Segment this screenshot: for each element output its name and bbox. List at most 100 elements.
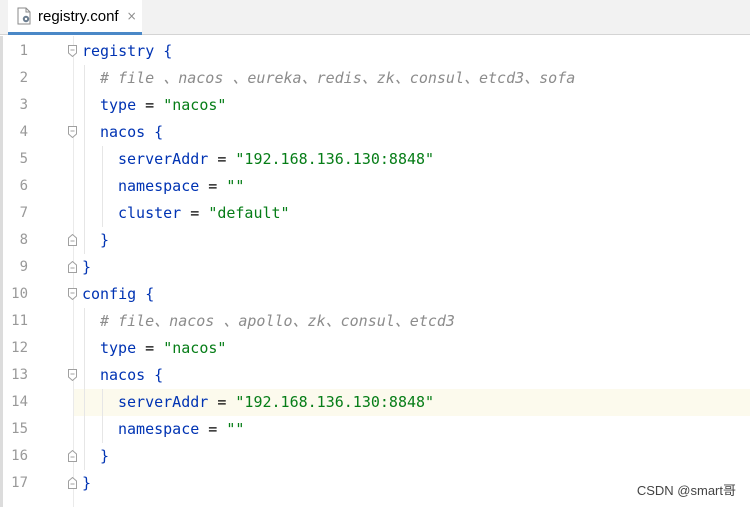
indent-guide	[84, 173, 85, 200]
indent-guide	[102, 173, 103, 200]
code-area[interactable]: nacos {	[74, 119, 750, 146]
code-line[interactable]: 5 serverAddr = "192.168.136.130:8848"	[0, 146, 750, 173]
code-line[interactable]: 6 namespace = ""	[0, 173, 750, 200]
code-area[interactable]: }	[74, 227, 750, 254]
code-text: nacos {	[100, 362, 163, 389]
code-area[interactable]: }	[74, 254, 750, 281]
watermark: CSDN @smart哥	[636, 483, 736, 498]
operator-token: =	[208, 150, 236, 168]
line-number[interactable]: 17	[0, 470, 28, 497]
line-number[interactable]: 10	[0, 281, 28, 308]
fold-open-icon[interactable]	[68, 369, 77, 381]
code-editor[interactable]: 1 registry { 2 # file 、nacos 、eureka、redis、…	[0, 36, 750, 507]
keyword-token: config {	[82, 285, 155, 303]
line-number[interactable]: 9	[0, 254, 28, 281]
indent-guide	[84, 389, 85, 416]
code-line[interactable]: 15 namespace = ""	[0, 416, 750, 443]
code-area[interactable]: registry {	[74, 38, 750, 65]
fold-open-icon[interactable]	[68, 45, 77, 57]
string-token: "nacos"	[163, 339, 227, 357]
tab-registry-conf[interactable]: registry.conf ×	[8, 0, 142, 35]
code-area[interactable]: type = "nacos"	[74, 335, 750, 362]
code-line[interactable]: 1 registry {	[0, 38, 750, 65]
line-number[interactable]: 16	[0, 443, 28, 470]
code-text: namespace = ""	[118, 173, 244, 200]
line-number[interactable]: 13	[0, 362, 28, 389]
fold-end-icon[interactable]	[68, 477, 77, 489]
line-number[interactable]: 2	[0, 65, 28, 92]
fold-end-icon[interactable]	[68, 234, 77, 246]
close-icon[interactable]: ×	[127, 10, 137, 22]
string-token: ""	[226, 177, 245, 195]
line-number[interactable]: 5	[0, 146, 28, 173]
indent-guide	[84, 65, 85, 92]
indent-guide	[84, 200, 85, 227]
code-line[interactable]: 13 nacos {	[0, 362, 750, 389]
code-line[interactable]: 10 config {	[0, 281, 750, 308]
indent-guide	[84, 416, 85, 443]
line-number[interactable]: 14	[0, 389, 28, 416]
line-number[interactable]: 11	[0, 308, 28, 335]
line-number[interactable]: 3	[0, 92, 28, 119]
code-line[interactable]: 8}	[0, 227, 750, 254]
code-text: }	[100, 443, 109, 470]
code-area[interactable]: type = "nacos"	[74, 92, 750, 119]
code-line[interactable]: 4 nacos {	[0, 119, 750, 146]
fold-end-icon[interactable]	[68, 261, 77, 273]
comment-token: # file 、nacos 、eureka、redis、zk、consul、et…	[100, 69, 576, 87]
code-text: config {	[82, 281, 154, 308]
code-line[interactable]: 2 # file 、nacos 、eureka、redis、zk、consul、e…	[0, 65, 750, 92]
operator-token: =	[181, 204, 209, 222]
indent-guide	[102, 200, 103, 227]
code-text: serverAddr = "192.168.136.130:8848"	[118, 389, 434, 416]
code-area[interactable]: cluster = "default"	[74, 200, 750, 227]
fold-open-icon[interactable]	[68, 288, 77, 300]
code-area[interactable]: namespace = ""	[74, 416, 750, 443]
keyword-token: namespace	[118, 177, 200, 195]
keyword-token: type	[100, 96, 137, 114]
string-token: "192.168.136.130:8848"	[235, 393, 435, 411]
code-area[interactable]: # file、nacos 、apollo、zk、consul、etcd3	[74, 308, 750, 335]
line-number[interactable]: 6	[0, 173, 28, 200]
operator-token: =	[136, 339, 164, 357]
code-area[interactable]: config {	[74, 281, 750, 308]
editor-tab-bar: registry.conf ×	[0, 0, 750, 35]
code-text: }	[100, 227, 109, 254]
code-text: namespace = ""	[118, 416, 244, 443]
code-line[interactable]: 9}	[0, 254, 750, 281]
code-area[interactable]: }	[74, 443, 750, 470]
line-number[interactable]: 8	[0, 227, 28, 254]
code-line[interactable]: 7 cluster = "default"	[0, 200, 750, 227]
indent-guide	[84, 92, 85, 119]
line-number[interactable]: 15	[0, 416, 28, 443]
code-text: registry {	[82, 38, 172, 65]
keyword-token: nacos {	[100, 366, 164, 384]
line-number[interactable]: 7	[0, 200, 28, 227]
fold-end-icon[interactable]	[68, 450, 77, 462]
code-line[interactable]: 12 type = "nacos"	[0, 335, 750, 362]
keyword-token: }	[100, 231, 110, 249]
code-line[interactable]: 16}	[0, 443, 750, 470]
indent-guide	[84, 335, 85, 362]
config-file-icon	[16, 7, 32, 25]
code-line[interactable]: 11 # file、nacos 、apollo、zk、consul、etcd3	[0, 308, 750, 335]
code-area[interactable]: # file 、nacos 、eureka、redis、zk、consul、et…	[74, 65, 750, 92]
code-area[interactable]: namespace = ""	[74, 173, 750, 200]
keyword-token: }	[82, 258, 92, 276]
indent-guide	[102, 389, 103, 416]
code-line[interactable]: 14 serverAddr = "192.168.136.130:8848"	[0, 389, 750, 416]
keyword-token: serverAddr	[118, 393, 209, 411]
indent-guide	[84, 146, 85, 173]
line-number[interactable]: 4	[0, 119, 28, 146]
code-area[interactable]: nacos {	[74, 362, 750, 389]
fold-open-icon[interactable]	[68, 126, 77, 138]
indent-guide	[84, 119, 85, 146]
code-text: type = "nacos"	[100, 92, 226, 119]
line-number[interactable]: 1	[0, 38, 28, 65]
code-line[interactable]: 3 type = "nacos"	[0, 92, 750, 119]
line-number[interactable]: 12	[0, 335, 28, 362]
operator-token: =	[199, 420, 227, 438]
keyword-token: namespace	[118, 420, 200, 438]
code-area[interactable]: serverAddr = "192.168.136.130:8848"	[74, 146, 750, 173]
code-area[interactable]: serverAddr = "192.168.136.130:8848"	[74, 389, 750, 416]
